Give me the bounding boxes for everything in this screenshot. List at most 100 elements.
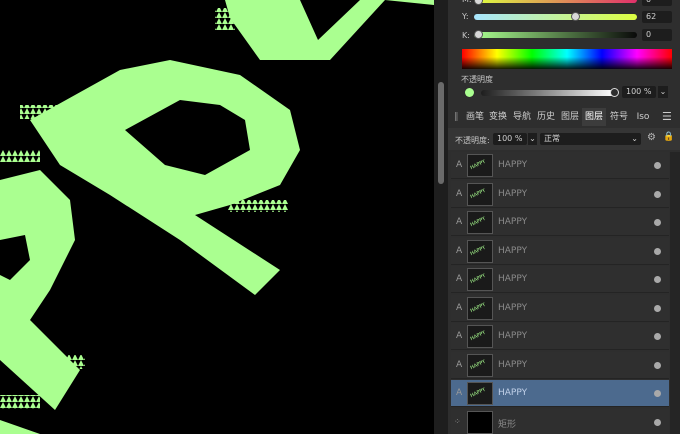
- layer-thumbnail: HAPPY: [467, 182, 493, 206]
- visibility-icon[interactable]: [654, 361, 661, 369]
- tab-transform[interactable]: 变换: [487, 108, 509, 126]
- y-value-field[interactable]: 62: [642, 11, 672, 23]
- tab-symbols[interactable]: 符号: [607, 108, 631, 126]
- tab-iso[interactable]: Iso: [633, 108, 653, 126]
- layer-name[interactable]: HAPPY: [498, 217, 527, 227]
- y-slider[interactable]: [474, 14, 637, 20]
- layer-row[interactable]: A HAPPY HAPPY: [451, 180, 669, 208]
- m-slider[interactable]: [474, 0, 637, 3]
- color-spectrum[interactable]: [462, 49, 672, 69]
- tab-layers-1[interactable]: 图层: [559, 108, 581, 126]
- canvas-scrollbar[interactable]: [434, 0, 448, 434]
- layer-thumbnail-text: HAPPY: [469, 187, 487, 200]
- document-canvas[interactable]: [0, 0, 434, 434]
- layer-thumbnail-text: HAPPY: [469, 158, 487, 172]
- layer-opacity-field[interactable]: 100 %: [493, 133, 527, 145]
- tab-history[interactable]: 历史: [535, 108, 557, 126]
- layer-thumbnail: HAPPY: [467, 154, 493, 177]
- layer-name[interactable]: HAPPY: [498, 189, 527, 199]
- happy-text-artwork[interactable]: [0, 0, 434, 434]
- visibility-icon[interactable]: [654, 219, 661, 226]
- layer-thumbnail: HAPPY: [467, 382, 493, 405]
- m-label: M:: [462, 0, 472, 4]
- visibility-icon[interactable]: [654, 162, 661, 169]
- k-slider[interactable]: [474, 32, 637, 38]
- layer-name[interactable]: HAPPY: [498, 274, 527, 284]
- panel-menu-icon[interactable]: ☰: [662, 110, 672, 123]
- tab-brushes[interactable]: 画笔: [464, 108, 486, 126]
- layer-opacity-label: 不透明度:: [455, 136, 490, 145]
- layer-row[interactable]: A HAPPY HAPPY: [451, 294, 669, 322]
- visibility-icon[interactable]: [654, 390, 661, 397]
- visibility-icon[interactable]: [654, 304, 661, 312]
- k-label: K:: [462, 31, 470, 40]
- text-layer-icon: A: [456, 188, 463, 199]
- layers-list: A HAPPY HAPPY A HAPPY HAPPY A HAPPY HAPPY A HAPPY H…: [451, 152, 669, 434]
- tab-navigator[interactable]: 导航: [511, 108, 533, 126]
- text-layer-icon: A: [456, 331, 463, 341]
- tab-layers[interactable]: 图层: [582, 108, 606, 126]
- opacity-chevron-icon[interactable]: ⌄: [528, 133, 537, 145]
- text-layer-icon: A: [456, 302, 463, 313]
- color-opacity-knob[interactable]: [610, 88, 619, 97]
- visibility-icon[interactable]: [654, 247, 661, 255]
- blend-mode-value: 正常: [544, 134, 560, 143]
- visibility-icon[interactable]: [654, 276, 661, 283]
- layer-thumbnail: HAPPY: [467, 268, 493, 291]
- layer-name[interactable]: HAPPY: [498, 246, 527, 256]
- layer-name[interactable]: HAPPY: [498, 303, 527, 313]
- layer-thumbnail: HAPPY: [467, 353, 493, 377]
- layer-thumbnail-text: HAPPY: [469, 329, 487, 343]
- lock-icon[interactable]: 🔒: [663, 132, 674, 142]
- layer-thumbnail-text: HAPPY: [469, 358, 487, 371]
- scrollbar-thumb[interactable]: [438, 82, 444, 184]
- layer-name[interactable]: HAPPY: [498, 331, 527, 341]
- k-value-field[interactable]: 0: [642, 29, 672, 41]
- chevron-down-icon[interactable]: ⌄: [658, 86, 668, 98]
- visibility-icon[interactable]: [654, 418, 661, 426]
- layer-row[interactable]: A HAPPY HAPPY: [451, 209, 669, 236]
- layer-row[interactable]: A HAPPY HAPPY: [451, 380, 669, 407]
- color-opacity-label: 不透明度: [461, 75, 493, 84]
- layer-name[interactable]: HAPPY: [498, 360, 527, 370]
- layer-name[interactable]: HAPPY: [498, 160, 527, 170]
- layer-thumbnail-text: HAPPY: [469, 272, 487, 286]
- color-opacity-slider[interactable]: [481, 90, 614, 96]
- y-slider-knob[interactable]: [571, 12, 580, 21]
- text-layer-icon: A: [456, 388, 463, 398]
- m-slider-knob[interactable]: [474, 0, 483, 5]
- layer-thumbnail: HAPPY: [467, 211, 493, 234]
- text-layer-icon: A: [456, 274, 463, 284]
- layer-row[interactable]: A HAPPY HAPPY: [451, 152, 669, 179]
- layer-name[interactable]: HAPPY: [498, 388, 527, 398]
- layer-row[interactable]: A HAPPY HAPPY: [451, 351, 669, 379]
- layer-thumbnail-text: HAPPY: [469, 215, 487, 229]
- layer-thumbnail: [467, 410, 493, 434]
- layers-scrollbar[interactable]: [670, 152, 680, 434]
- studio-panel: M: 0 Y: 62 K: 0 不透明度 100 % ⌄ ‖ 画笔 变换 导航 …: [448, 0, 680, 434]
- layer-row[interactable]: 矩形 ⁘: [451, 408, 669, 434]
- layer-row[interactable]: A HAPPY HAPPY: [451, 323, 669, 350]
- layer-row[interactable]: A HAPPY HAPPY: [451, 237, 669, 265]
- layer-thumbnail-text: HAPPY: [469, 301, 487, 314]
- blend-mode-select[interactable]: 正常 ⌄: [540, 133, 641, 145]
- text-layer-icon: A: [456, 217, 463, 227]
- visibility-icon[interactable]: [654, 333, 661, 340]
- grip-icon[interactable]: ‖: [454, 112, 459, 122]
- k-slider-knob[interactable]: [474, 30, 483, 39]
- text-layer-icon: A: [456, 160, 463, 170]
- visibility-icon[interactable]: [654, 190, 661, 198]
- layer-row[interactable]: A HAPPY HAPPY: [451, 266, 669, 293]
- layer-thumbnail: HAPPY: [467, 325, 493, 348]
- shape-layer-icon: ⁘: [454, 416, 461, 426]
- gear-icon[interactable]: ⚙: [647, 132, 656, 143]
- m-value-field[interactable]: 0: [642, 0, 672, 6]
- color-opacity-field[interactable]: 100 %: [622, 86, 656, 98]
- layer-name[interactable]: 矩形: [498, 417, 516, 430]
- layer-thumbnail-text: HAPPY: [469, 386, 487, 400]
- text-layer-icon: A: [456, 359, 463, 370]
- layer-thumbnail: HAPPY: [467, 296, 493, 320]
- layer-thumbnail-text: HAPPY: [469, 244, 487, 257]
- layer-thumbnail: HAPPY: [467, 239, 493, 263]
- current-color-swatch[interactable]: [465, 88, 474, 97]
